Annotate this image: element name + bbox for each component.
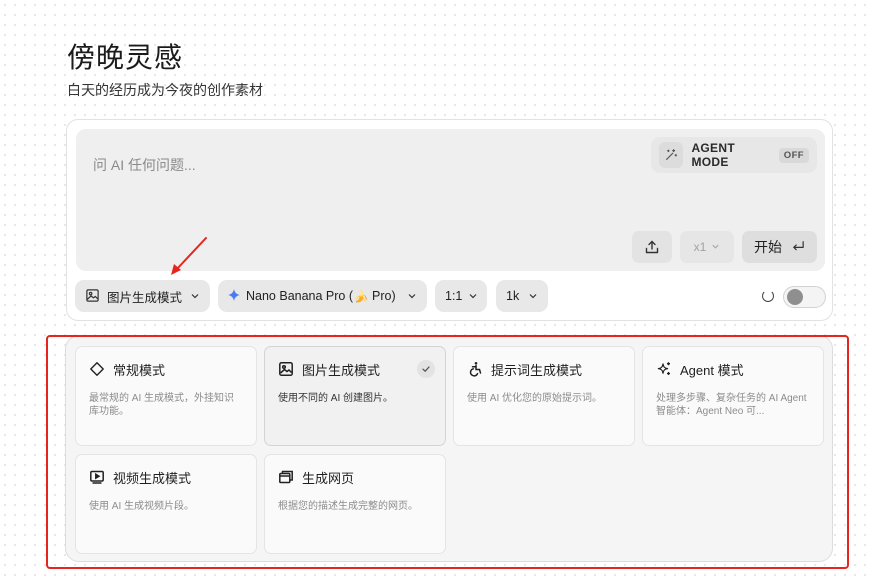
resolution-label: 1k: [506, 289, 520, 303]
mode-card-desc: 处理多步骤、复杂任务的 AI Agent 智能体：Agent Neo 可...: [656, 393, 807, 417]
accessibility-icon: [467, 361, 483, 377]
start-label: 开始: [754, 239, 782, 255]
mode-card-webpage[interactable]: 生成网页 根据您的描述生成完整的网页。: [264, 454, 446, 554]
prompt-placeholder: 问 AI 任何问题...: [93, 157, 196, 173]
start-button[interactable]: 开始: [742, 231, 817, 263]
mode-card-desc: 使用 AI 生成视频片段。: [89, 501, 195, 512]
mode-card-title: 生成网页: [302, 470, 355, 486]
enter-key-icon: [792, 239, 805, 255]
mode-card-title: 视频生成模式: [113, 470, 192, 486]
mode-card-agent[interactable]: Agent 模式 处理多步骤、复杂任务的 AI Agent 智能体：Agent …: [642, 346, 824, 446]
mode-card-title: 常规模式: [113, 362, 166, 378]
mode-card-desc: 使用 AI 优化您的原始提示词。: [467, 393, 603, 404]
annotation-arrow: [171, 237, 207, 275]
chevron-down-icon: [711, 240, 720, 254]
gemini-sparkle-icon: [228, 288, 240, 304]
image-icon: [278, 361, 294, 377]
mode-card-desc: 使用不同的 AI 创建图片。: [278, 393, 394, 404]
count-value: x1: [693, 240, 707, 254]
mode-card-title: 提示词生成模式: [491, 362, 583, 378]
agent-mode-label: AGENT MODE: [691, 141, 735, 169]
agent-mode-state: OFF: [778, 147, 809, 163]
check-icon: [417, 360, 435, 378]
upload-icon: [644, 239, 660, 255]
chevron-down-icon: [468, 291, 478, 301]
mode-card-video[interactable]: 视频生成模式 使用 AI 生成视频片段。: [75, 454, 257, 554]
page-subtitle: 白天的经历成为今夜的创作素材: [67, 82, 263, 98]
image-icon: [85, 288, 101, 304]
aspect-ratio-select[interactable]: 1:1: [435, 280, 487, 312]
window-icon: [278, 469, 294, 485]
mode-select[interactable]: 图片生成模式: [75, 280, 210, 312]
diamond-icon: [89, 361, 105, 377]
mode-card-desc: 根据您的描述生成完整的网页。: [278, 501, 418, 512]
mode-card-desc: 最常规的 AI 生成模式，外挂知识库功能。: [89, 393, 235, 417]
page-title: 傍晚灵感: [67, 42, 184, 73]
agent-mode-toggle[interactable]: AGENT MODE OFF: [651, 137, 817, 173]
mode-picker-panel: 常规模式 最常规的 AI 生成模式，外挂知识库功能。 图片生成模式 使用不同的 …: [65, 335, 833, 562]
mode-card-normal[interactable]: 常规模式 最常规的 AI 生成模式，外挂知识库功能。: [75, 346, 257, 446]
model-select-label: Nano Banana Pro (🍌 Pro): [246, 288, 396, 303]
magic-wand-icon: [659, 142, 684, 168]
mode-card-title: Agent 模式: [680, 362, 744, 378]
toggle-switch[interactable]: [783, 286, 826, 308]
mode-card-image[interactable]: 图片生成模式 使用不同的 AI 创建图片。: [264, 346, 446, 446]
video-icon: [89, 469, 105, 485]
loading-spinner-icon: [762, 290, 774, 302]
chevron-down-icon: [407, 291, 417, 301]
mode-card-prompt[interactable]: 提示词生成模式 使用 AI 优化您的原始提示词。: [453, 346, 635, 446]
resolution-select[interactable]: 1k: [496, 280, 548, 312]
upload-button[interactable]: [632, 231, 672, 263]
chevron-down-icon: [190, 291, 200, 301]
chevron-down-icon: [528, 291, 538, 301]
composer: 问 AI 任何问题... AGENT MODE OFF x1 开始 图片生成模式…: [66, 119, 833, 321]
model-select[interactable]: Nano Banana Pro (🍌 Pro): [218, 280, 427, 312]
count-select[interactable]: x1: [680, 231, 734, 263]
aspect-ratio-label: 1:1: [445, 289, 463, 303]
mode-card-title: 图片生成模式: [302, 362, 381, 378]
toggle-knob: [787, 289, 803, 305]
mode-select-label: 图片生成模式: [107, 290, 183, 305]
sparkles-icon: [656, 361, 672, 377]
